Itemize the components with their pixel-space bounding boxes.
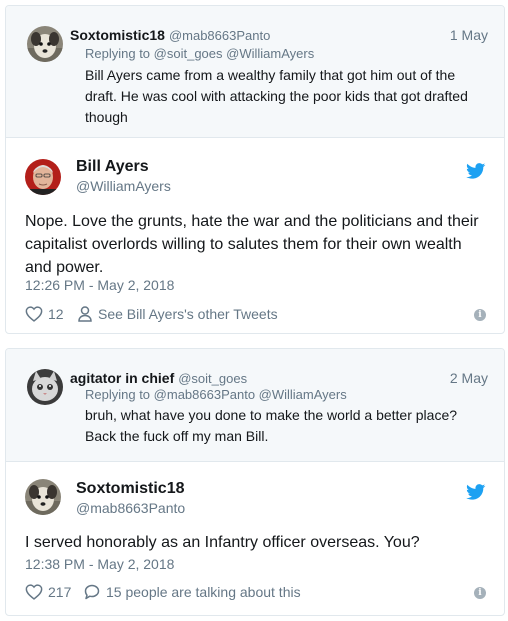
author-handle[interactable]: @mab8663Panto <box>169 28 270 43</box>
embedded-tweet-card[interactable]: Soxtomistic18 @mab8663Panto 1 May Replyin… <box>5 5 505 334</box>
replying-to: Replying to @soit_goes @WilliamAyers <box>85 46 314 61</box>
person-icon <box>78 306 92 322</box>
replying-to-handles[interactable]: @mab8663Panto @WilliamAyers <box>154 387 347 402</box>
speech-bubble-icon <box>84 584 100 600</box>
author-handle[interactable]: @WilliamAyers <box>76 178 171 194</box>
author-handle[interactable]: @mab8663Panto <box>76 500 185 516</box>
parent-header: Soxtomistic18 @mab8663Panto 1 May <box>70 26 488 45</box>
twitter-bird-icon[interactable] <box>466 163 486 179</box>
info-icon[interactable]: i <box>474 587 486 599</box>
replying-to-label: Replying to <box>85 387 151 402</box>
replying-to: Replying to @mab8663Panto @WilliamAyers <box>85 387 347 402</box>
tweet-timestamp[interactable]: 12:38 PM - May 2, 2018 <box>25 556 174 572</box>
tweet-actions: 12 See Bill Ayers's other Tweets i <box>25 306 486 324</box>
tweet-date[interactable]: 2 May <box>450 369 488 387</box>
parent-tweet-text: bruh, what have you done to make the wor… <box>85 407 458 444</box>
author-handle[interactable]: @soit_goes <box>178 371 247 386</box>
parent-tweet[interactable]: agitator in chief @soit_goes 2 May Replyi… <box>6 349 504 462</box>
author-name[interactable]: Soxtomistic18 <box>76 480 184 498</box>
parent-tweet-text: Bill Ayers came from a wealthy family th… <box>85 67 468 125</box>
parent-tweet[interactable]: Soxtomistic18 @mab8663Panto 1 May Replyin… <box>6 6 504 138</box>
author-name[interactable]: Bill Ayers <box>76 158 149 176</box>
dog-avatar[interactable] <box>25 479 61 515</box>
twitter-bird-icon[interactable] <box>466 484 486 500</box>
like-action[interactable]: 217 <box>25 584 71 600</box>
tweet-date[interactable]: 1 May <box>450 26 488 44</box>
parent-header: agitator in chief @soit_goes 2 May <box>70 369 488 388</box>
info-icon[interactable]: i <box>474 309 486 321</box>
heart-icon <box>25 306 43 322</box>
like-count: 217 <box>48 584 72 600</box>
see-other-tweets-link[interactable]: See Bill Ayers's other Tweets <box>78 306 278 322</box>
bill-ayers-avatar[interactable] <box>25 159 61 195</box>
like-action[interactable]: 12 <box>25 306 64 322</box>
author-name[interactable]: Soxtomistic18 <box>70 27 165 43</box>
tweet-text: I served honorably as an Infantry office… <box>25 534 420 551</box>
embedded-tweet-card[interactable]: agitator in chief @soit_goes 2 May Replyi… <box>5 348 505 616</box>
heart-icon <box>25 584 43 600</box>
dog-avatar[interactable] <box>27 26 63 62</box>
tweet-timestamp[interactable]: 12:26 PM - May 2, 2018 <box>25 277 174 293</box>
replying-to-label: Replying to <box>85 46 151 61</box>
talking-label: 15 people are talking about this <box>106 584 301 600</box>
replying-to-handles[interactable]: @soit_goes @WilliamAyers <box>154 46 315 61</box>
cat-avatar[interactable] <box>27 369 63 405</box>
conversation-link[interactable]: 15 people are talking about this <box>84 584 301 600</box>
see-other-tweets-label: See Bill Ayers's other Tweets <box>98 306 278 322</box>
author-name[interactable]: agitator in chief <box>70 370 174 386</box>
tweet-text: Nope. Love the grunts, hate the war and … <box>25 213 479 276</box>
like-count: 12 <box>48 306 64 322</box>
tweet-actions: 217 15 people are talking about this i <box>25 584 486 602</box>
